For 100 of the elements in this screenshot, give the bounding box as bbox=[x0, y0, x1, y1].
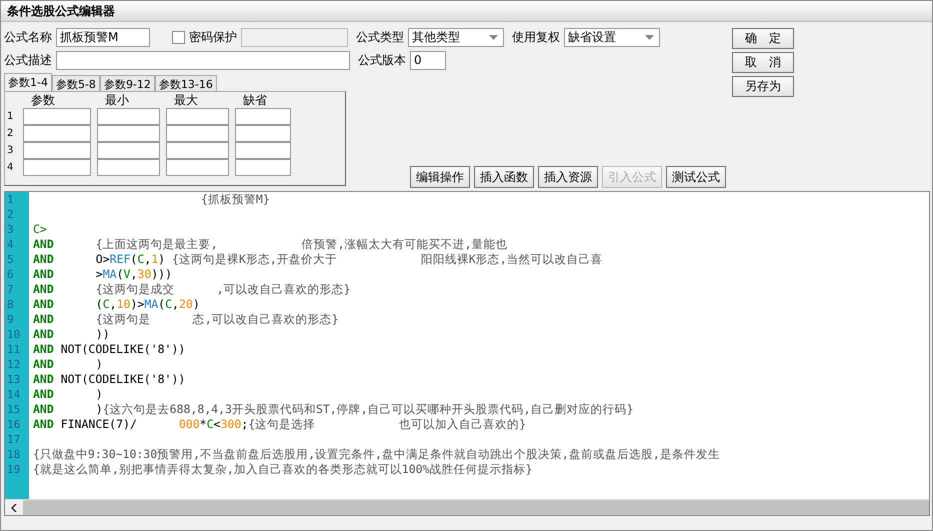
dropdown-arrow-icon bbox=[645, 35, 654, 40]
row-number: 3 bbox=[7, 145, 14, 156]
code-text: ) bbox=[96, 387, 103, 402]
param-input[interactable] bbox=[97, 159, 160, 176]
dialog-button[interactable]: 确 定 bbox=[732, 28, 794, 49]
code-text: ) bbox=[96, 357, 103, 372]
line-number: 13 bbox=[5, 372, 29, 387]
line-number: 11 bbox=[5, 342, 29, 357]
password-field[interactable] bbox=[241, 28, 348, 47]
code-number: 300 bbox=[220, 417, 242, 432]
code-comment: 也可以加入自己喜欢的} bbox=[399, 417, 526, 432]
code-text: , bbox=[172, 297, 179, 312]
code-comment: 倍预警,涨幅太大有可能买不进,量能也 bbox=[302, 237, 508, 252]
param-input[interactable] bbox=[23, 108, 91, 125]
code-keyword: AND bbox=[33, 267, 54, 282]
column-header: 参数 bbox=[30, 93, 56, 108]
code-text: ( bbox=[116, 267, 124, 282]
line-number: 2 bbox=[5, 207, 29, 222]
param-input[interactable] bbox=[166, 159, 229, 176]
code-text: < bbox=[214, 417, 220, 432]
param-input[interactable] bbox=[97, 142, 160, 159]
code-keyword: AND bbox=[33, 237, 54, 252]
param-input[interactable] bbox=[166, 125, 229, 142]
param-input[interactable] bbox=[23, 125, 91, 142]
version-field[interactable]: 0 bbox=[410, 51, 446, 70]
param-input[interactable] bbox=[23, 142, 91, 159]
code-number: 30 bbox=[137, 267, 152, 282]
code-text: ( bbox=[158, 297, 166, 312]
param-input[interactable] bbox=[235, 125, 291, 142]
toolbar-button[interactable]: 插入资源 bbox=[538, 166, 598, 188]
formula-name-field[interactable]: 抓板预警M bbox=[56, 28, 150, 47]
param-input[interactable] bbox=[166, 108, 229, 125]
line-number: 15 bbox=[5, 402, 29, 417]
code-keyword: AND bbox=[33, 372, 54, 387]
row-number: 4 bbox=[7, 162, 14, 173]
code-comment: {这两句是成交 bbox=[96, 282, 175, 297]
type-dropdown[interactable]: 其他类型 bbox=[408, 28, 504, 47]
code-editor[interactable] bbox=[4, 191, 930, 516]
code-comment: {就是这么简单,别把事情弄得太复杂,加入自己喜欢的各类形态就可以100%战胜任何提示指标} bbox=[33, 462, 532, 477]
line-number: 9 bbox=[5, 312, 29, 327]
description-field[interactable] bbox=[56, 51, 350, 70]
code-text: O> bbox=[96, 252, 110, 267]
param-input[interactable] bbox=[235, 142, 291, 159]
line-number: 7 bbox=[5, 282, 29, 297]
param-tab[interactable]: 参数1-4 bbox=[4, 73, 52, 91]
code-number: 1 bbox=[151, 252, 158, 267]
line-number: 10 bbox=[5, 327, 29, 342]
code-text: ))) bbox=[151, 267, 172, 282]
code-text: ) bbox=[192, 297, 200, 312]
code-keyword: AND bbox=[33, 327, 54, 342]
password-checkbox[interactable] bbox=[172, 31, 185, 44]
horizontal-scrollbar[interactable] bbox=[5, 499, 929, 515]
line-number: 6 bbox=[5, 267, 29, 282]
code-comment: {这六句是去688,8,4,3开头股票代码和ST,停牌,自己可以买哪种开头股票代码,自己删对应的行码} bbox=[102, 402, 634, 417]
code-text: )) bbox=[96, 327, 110, 342]
param-input[interactable] bbox=[97, 108, 160, 125]
column-header: 缺省 bbox=[242, 93, 268, 108]
column-header: 最小 bbox=[104, 93, 130, 108]
toolbar-button[interactable]: 编辑操作 bbox=[410, 166, 470, 188]
dialog-button[interactable]: 另存为 bbox=[732, 76, 794, 97]
param-tab[interactable]: 参数13-16 bbox=[154, 75, 217, 91]
param-input[interactable] bbox=[97, 125, 160, 142]
code-variable: C bbox=[137, 252, 144, 267]
code-text: NOT(CODELIKE('8')) bbox=[60, 372, 186, 387]
toolbar-button[interactable]: 插入函数 bbox=[474, 166, 534, 188]
line-number: 1 bbox=[5, 192, 29, 207]
code-text: , bbox=[130, 267, 138, 282]
code-keyword: AND bbox=[33, 402, 54, 417]
code-function: MA bbox=[144, 297, 158, 312]
param-input[interactable] bbox=[23, 159, 91, 176]
code-number: 10 bbox=[116, 297, 130, 312]
code-keyword: AND bbox=[33, 342, 54, 357]
line-number-gutter bbox=[5, 477, 29, 499]
code-keyword: AND bbox=[33, 312, 54, 327]
param-tab[interactable]: 参数9-12 bbox=[100, 75, 155, 91]
window-title: 条件选股公式编辑器 bbox=[7, 2, 115, 20]
code-comment: 态,可以改自己喜欢的形态} bbox=[192, 312, 339, 327]
code-text: * bbox=[200, 417, 207, 432]
toolbar-button[interactable]: 测试公式 bbox=[666, 166, 726, 188]
param-tab[interactable]: 参数5-8 bbox=[52, 75, 100, 91]
param-input[interactable] bbox=[166, 142, 229, 159]
line-number: 18 bbox=[5, 447, 29, 462]
code-keyword: AND bbox=[33, 387, 54, 402]
code-keyword: AND bbox=[33, 417, 54, 432]
adjust-dropdown[interactable]: 缺省设置 bbox=[564, 28, 660, 47]
code-keyword: AND bbox=[33, 252, 54, 267]
param-input[interactable] bbox=[235, 159, 291, 176]
code-text: > bbox=[96, 267, 103, 282]
line-number: 4 bbox=[5, 237, 29, 252]
code-variable: C> bbox=[33, 222, 47, 237]
code-comment: ,可以改自己喜欢的形态} bbox=[216, 282, 351, 297]
line-number: 12 bbox=[5, 357, 29, 372]
code-variable: C bbox=[165, 297, 172, 312]
field-label: 使用复权 bbox=[512, 29, 560, 46]
code-keyword: AND bbox=[33, 297, 54, 312]
dialog-button[interactable]: 取 消 bbox=[732, 52, 794, 73]
code-keyword: AND bbox=[33, 282, 54, 297]
column-header: 最大 bbox=[173, 93, 199, 108]
param-input[interactable] bbox=[235, 108, 291, 125]
code-text: ; bbox=[241, 417, 248, 432]
